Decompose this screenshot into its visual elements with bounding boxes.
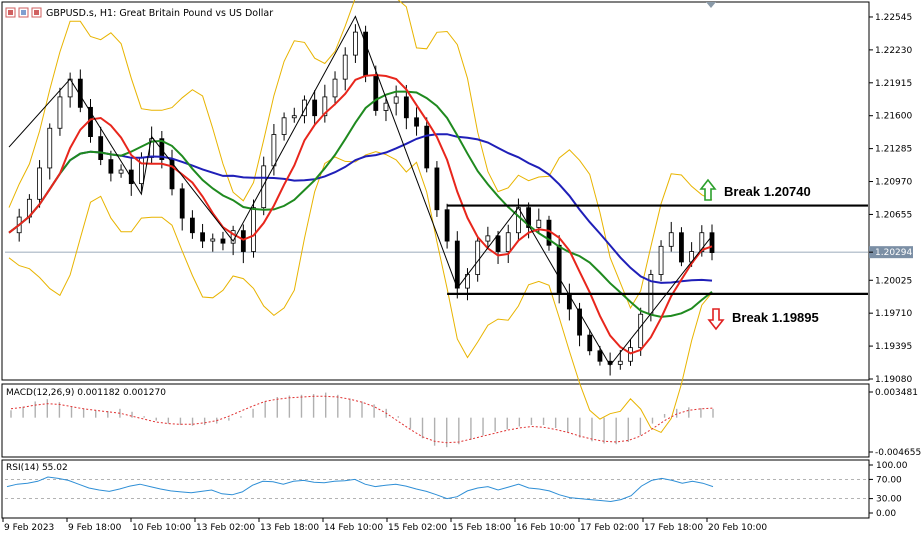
candle-body: [57, 96, 63, 129]
trade-icon-inner: [34, 10, 39, 15]
candle: [434, 161, 440, 217]
price-tick-label: 1.20655: [875, 210, 912, 220]
candle-body: [312, 99, 318, 117]
price-tick-label: 1.21285: [875, 145, 912, 155]
break-up-label: Break 1.20740: [724, 184, 811, 199]
candle-body: [679, 232, 684, 263]
candle-body: [668, 232, 674, 247]
candle-body: [597, 350, 603, 362]
one-click-icon-inner: [21, 10, 26, 15]
candle-body: [353, 31, 358, 56]
candle-body: [47, 127, 53, 169]
time-tick-label: 10 Feb 10:00: [132, 523, 191, 533]
macd-tick-label: 0.003481: [875, 388, 918, 398]
candle-body: [485, 235, 491, 242]
chart-icon-inner: [8, 10, 13, 15]
candle-body: [251, 207, 256, 252]
candle-body: [638, 313, 644, 349]
macd-label: MACD(12,26,9) 0.001182 0.001270: [6, 388, 166, 398]
break-down-label: Break 1.19895: [732, 310, 819, 325]
price-tick-label: 1.20294: [875, 248, 912, 258]
time-tick-label: 15 Feb 02:00: [388, 523, 447, 533]
rsi-panel[interactable]: [1, 459, 870, 519]
symbol-title: GBPUSD.s, H1: Great Britain Pound vs US …: [46, 8, 273, 19]
title-bar: GBPUSD.s, H1: Great Britain Pound vs US …: [5, 7, 273, 19]
candle-body: [98, 136, 104, 160]
candle-body: [37, 167, 42, 200]
price-tick-label: 1.21915: [875, 79, 912, 89]
candle-body: [210, 238, 216, 242]
macd-tick-label: -0.004655: [875, 448, 921, 458]
rsi-tick-label: 100.00: [876, 461, 908, 471]
candle-body: [617, 360, 623, 365]
candle-body: [424, 125, 430, 169]
time-tick-label: 20 Feb 10:00: [708, 523, 767, 533]
candle-body: [179, 188, 185, 219]
candle-body: [271, 134, 277, 167]
rsi-label: RSI(14) 55.02: [6, 463, 68, 473]
time-tick-label: 9 Feb 18:00: [68, 523, 122, 533]
candle-body: [220, 238, 226, 244]
candle-body: [200, 232, 205, 242]
candle-body: [516, 207, 521, 234]
candle-body: [403, 96, 409, 119]
candle-body: [240, 230, 246, 252]
rsi-tick-label: 70.00: [876, 475, 902, 485]
candle-body: [291, 115, 297, 119]
time-tick-label: 15 Feb 18:00: [452, 523, 511, 533]
candle: [363, 25, 368, 83]
time-tick-label: 14 Feb 10:00: [324, 523, 383, 533]
candle-body: [414, 117, 419, 127]
candle-body: [495, 235, 501, 252]
price-tick-label: 1.19080: [875, 375, 912, 385]
price-tick-label: 1.19710: [875, 309, 912, 319]
price-tick-label: 1.20025: [875, 276, 912, 286]
price-tick-label: 1.21600: [875, 112, 912, 122]
candle-body: [108, 159, 114, 174]
rsi-tick-label: 30.00: [876, 495, 902, 505]
candle-body: [332, 78, 338, 98]
price-tick-label: 1.19395: [875, 342, 912, 352]
candle-body: [505, 232, 511, 252]
candle-body: [475, 240, 481, 275]
price-tick-label: 1.20970: [875, 178, 912, 188]
candle-body: [342, 54, 348, 80]
candle: [679, 227, 684, 267]
time-tick-label: 17 Feb 18:00: [644, 523, 703, 533]
candle: [546, 215, 552, 251]
chart-canvas[interactable]: GBPUSD.s, H1: Great Britain Pound vs US …: [0, 0, 922, 538]
price-tick-label: 1.22545: [875, 13, 912, 23]
time-tick-label: 16 Feb 10:00: [516, 523, 575, 533]
candle-body: [383, 102, 389, 111]
candle-body: [454, 240, 460, 289]
candle-body: [434, 167, 440, 211]
candle-body: [118, 169, 124, 174]
time-tick-label: 13 Feb 18:00: [260, 523, 319, 533]
candle-body: [444, 209, 450, 242]
time-tick-label: 13 Feb 02:00: [196, 523, 255, 533]
candle-body: [373, 75, 379, 111]
candle-body: [556, 244, 562, 294]
candle-body: [587, 334, 593, 352]
candle-body: [393, 96, 399, 104]
candle-body: [709, 232, 715, 253]
candle-body: [189, 217, 195, 234]
price-tick-label: 1.22230: [875, 46, 912, 56]
candle-body: [536, 219, 542, 228]
candle-body: [658, 245, 664, 275]
time-tick-label: 9 Feb 2023: [4, 523, 54, 533]
candle-body: [281, 117, 287, 135]
rsi-tick-label: 0.00: [876, 509, 896, 519]
time-tick-label: 17 Feb 02:00: [580, 523, 639, 533]
